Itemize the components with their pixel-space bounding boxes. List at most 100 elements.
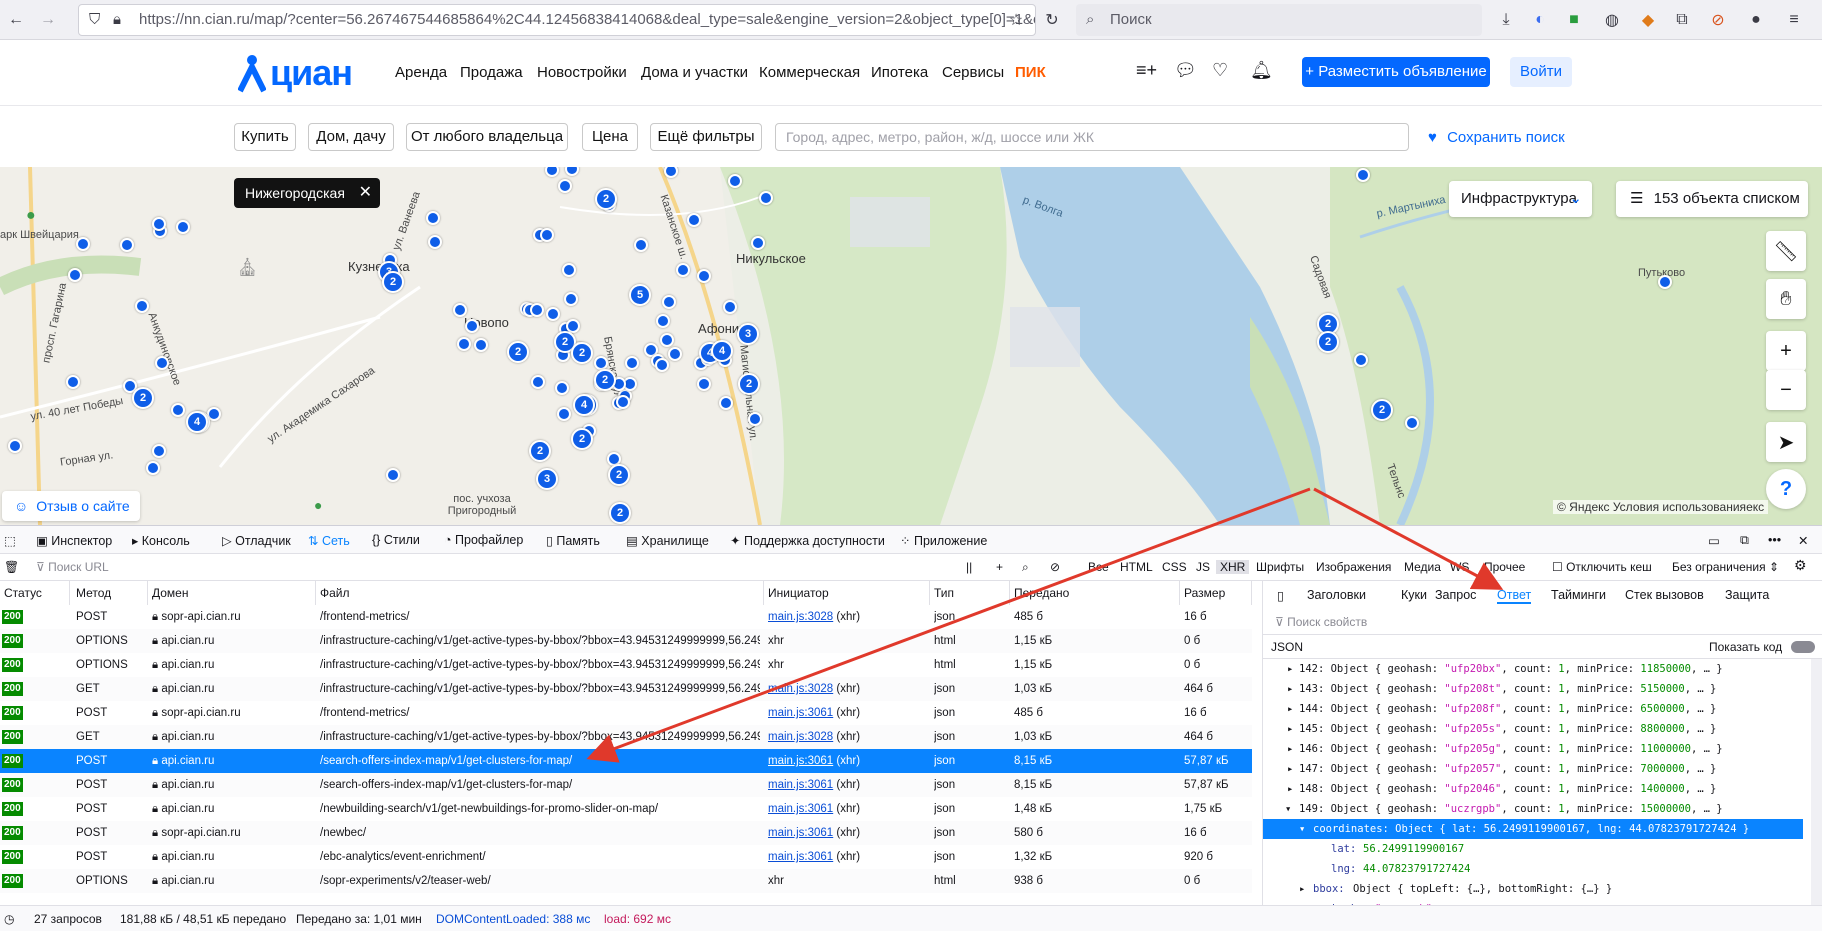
col-method[interactable]: Метод bbox=[72, 581, 148, 605]
col-domain[interactable]: Домен bbox=[148, 581, 316, 605]
type-media[interactable]: Медиа bbox=[1404, 560, 1441, 574]
show-code-toggle[interactable] bbox=[1791, 641, 1815, 653]
nav-rent[interactable]: Аренда bbox=[395, 64, 447, 81]
reload-icon[interactable]: ↻ bbox=[1040, 8, 1064, 32]
extension-icon[interactable]: ◐ bbox=[1528, 8, 1552, 32]
address-search-input[interactable]: Город, адрес, метро, район, ж/д, шоссе и… bbox=[775, 123, 1409, 151]
cluster-pin[interactable]: 2 bbox=[595, 188, 617, 210]
geolocation-icon[interactable]: ➤ bbox=[1766, 422, 1806, 462]
listing-pin[interactable] bbox=[719, 396, 733, 410]
type-html[interactable]: HTML bbox=[1120, 560, 1153, 574]
initiator-link[interactable]: main.js:3061 bbox=[768, 707, 833, 719]
tab-storage[interactable]: ▤ Хранилище bbox=[626, 533, 709, 548]
back-icon[interactable]: ← bbox=[4, 8, 28, 32]
infrastructure-dropdown[interactable]: Инфраструктура ⌄ bbox=[1449, 181, 1592, 217]
cluster-pin[interactable]: 3 bbox=[536, 468, 558, 490]
cluster-pin[interactable]: 4 bbox=[573, 394, 595, 416]
initiator-link[interactable]: main.js:3061 bbox=[768, 755, 833, 767]
request-row[interactable]: 200 OPTIONS 🔒︎ api.cian.ru/infrastructure-… bbox=[0, 629, 1252, 653]
cluster-pin[interactable]: 2 bbox=[571, 428, 593, 450]
tab-console[interactable]: ▸ Консоль bbox=[132, 533, 190, 548]
json-lat-line[interactable]: lat: 56.2499119900167 bbox=[1263, 839, 1803, 859]
block-icon[interactable]: ⊘ bbox=[1050, 560, 1060, 574]
tab-application[interactable]: ⁘ Приложение bbox=[900, 533, 987, 548]
listing-pin[interactable] bbox=[465, 319, 479, 333]
block-icon[interactable]: ⊘ bbox=[1706, 8, 1730, 32]
request-row[interactable]: 200 POST 🔒︎ api.cian.ru/ebc-analytics/even… bbox=[0, 845, 1252, 869]
request-row[interactable]: 200 GET 🔒︎ api.cian.ru/infrastructure-cach… bbox=[0, 677, 1252, 701]
listing-pin[interactable] bbox=[155, 356, 169, 370]
listing-pin[interactable] bbox=[557, 407, 571, 421]
json-scrollbar[interactable] bbox=[1811, 659, 1822, 905]
type-fonts[interactable]: Шрифты bbox=[1256, 560, 1304, 574]
listing-pin[interactable] bbox=[655, 358, 669, 372]
cluster-pin[interactable]: 2 bbox=[507, 341, 529, 363]
json-object-line[interactable]: ▸ 142: Object { geohash: "ufp20bx", count… bbox=[1263, 659, 1803, 679]
map-view[interactable]: Кузнечиха Новопо Никульское Афонин Путьк… bbox=[0, 167, 1822, 525]
listing-pin[interactable] bbox=[152, 217, 166, 231]
listing-pin[interactable] bbox=[546, 307, 560, 321]
initiator-link[interactable]: main.js:3028 bbox=[768, 731, 833, 743]
cluster-pin[interactable]: 2 bbox=[571, 342, 593, 364]
listing-pin[interactable] bbox=[723, 300, 737, 314]
tab-memory[interactable]: ▯ Память bbox=[546, 533, 600, 548]
listing-pin[interactable] bbox=[428, 235, 442, 249]
listing-pin[interactable] bbox=[457, 337, 471, 351]
request-row[interactable]: 200 POST 🔒︎ api.cian.ru/newbuilding-search… bbox=[0, 797, 1252, 821]
tab-styles[interactable]: {} Стили bbox=[372, 533, 420, 547]
listing-pin[interactable] bbox=[1354, 353, 1368, 367]
url-bar[interactable]: ⛉ 🔒︎ https://nn.cian.ru/map/?center=56.2… bbox=[78, 4, 1036, 36]
browser-search-input[interactable]: ⌕ Поиск bbox=[1076, 4, 1482, 36]
object-type-button[interactable]: Дом, дачу bbox=[308, 123, 394, 151]
request-row[interactable]: 200 POST 🔒︎ sopr-api.cian.ru/frontend-metr… bbox=[0, 701, 1252, 725]
bell-icon[interactable]: 🔔︎ bbox=[1250, 60, 1273, 81]
listing-pin[interactable] bbox=[564, 292, 578, 306]
initiator-link[interactable]: main.js:3028 bbox=[768, 683, 833, 695]
props-filter-input[interactable]: ⊽ Поиск свойств bbox=[1263, 609, 1822, 635]
listing-pin[interactable] bbox=[662, 295, 676, 309]
nav-newbuildings[interactable]: Новостройки bbox=[537, 64, 627, 81]
col-initiator[interactable]: Инициатор bbox=[764, 581, 930, 605]
hand-draw-icon[interactable]: ✋︎ bbox=[1766, 279, 1806, 319]
col-transferred[interactable]: Передано bbox=[1010, 581, 1180, 605]
listing-pin[interactable] bbox=[751, 236, 765, 250]
tab-network[interactable]: ⇅ Сеть bbox=[308, 533, 350, 548]
close-icon[interactable]: ✕ bbox=[359, 178, 372, 208]
save-search-button[interactable]: ♥ Сохранить поиск bbox=[1428, 129, 1565, 146]
listing-pin[interactable] bbox=[660, 333, 674, 347]
request-row[interactable]: 200 OPTIONS 🔒︎ api.cian.ru/sopr-experiment… bbox=[0, 869, 1252, 893]
listing-pin[interactable] bbox=[676, 263, 690, 277]
type-ws[interactable]: WS bbox=[1450, 560, 1469, 574]
gear-icon[interactable]: ⚙ bbox=[1794, 557, 1807, 574]
listing-pin[interactable] bbox=[668, 347, 682, 361]
split-console-icon[interactable]: ▭ bbox=[1708, 533, 1720, 548]
initiator-link[interactable]: main.js:3028 bbox=[768, 611, 833, 623]
cluster-pin[interactable]: 2 bbox=[132, 387, 154, 409]
tab-debugger[interactable]: ▷ Отладчик bbox=[222, 533, 291, 548]
profile-icon[interactable]: ● bbox=[1744, 8, 1768, 32]
pause-icon[interactable]: || bbox=[966, 560, 972, 574]
compare-list-icon[interactable]: ≡+ bbox=[1136, 60, 1157, 81]
tab-accessibility[interactable]: ✦ Поддержка доступности bbox=[730, 533, 885, 548]
request-row[interactable]: 200 POST 🔒︎ api.cian.ru/search-offers-inde… bbox=[0, 749, 1252, 773]
heart-icon[interactable]: ♡ bbox=[1212, 60, 1228, 81]
panel-toggle-icon[interactable]: ▯ bbox=[1277, 588, 1284, 603]
ruler-icon[interactable]: 📏︎ bbox=[1766, 231, 1806, 271]
post-ad-button[interactable]: + Разместить объявление bbox=[1302, 57, 1490, 87]
throttling-select[interactable]: Без ограничения ⇕ bbox=[1672, 560, 1779, 574]
json-object-line[interactable]: ▸ 148: Object { geohash: "ufp2046", count… bbox=[1263, 779, 1803, 799]
col-status[interactable]: Статус bbox=[0, 581, 70, 605]
nav-pik[interactable]: ПИК bbox=[1015, 64, 1046, 81]
type-js[interactable]: JS bbox=[1196, 560, 1210, 574]
type-other[interactable]: Прочее bbox=[1484, 560, 1525, 574]
col-file[interactable]: Файл bbox=[316, 581, 764, 605]
listing-pin[interactable] bbox=[728, 174, 742, 188]
json-object-line[interactable]: ▸ 143: Object { geohash: "ufp208t", count… bbox=[1263, 679, 1803, 699]
extension-icon[interactable]: ■ bbox=[1562, 8, 1586, 32]
initiator-link[interactable]: main.js:3061 bbox=[768, 803, 833, 815]
element-picker-icon[interactable]: ⬚ bbox=[4, 533, 16, 548]
cian-logo[interactable]: циан bbox=[238, 50, 353, 96]
json-object-line[interactable]: ▸ 144: Object { geohash: "ufp208f", count… bbox=[1263, 699, 1803, 719]
listing-pin[interactable] bbox=[8, 439, 22, 453]
disable-cache-checkbox[interactable]: ☐ Отключить кеш bbox=[1552, 560, 1652, 574]
